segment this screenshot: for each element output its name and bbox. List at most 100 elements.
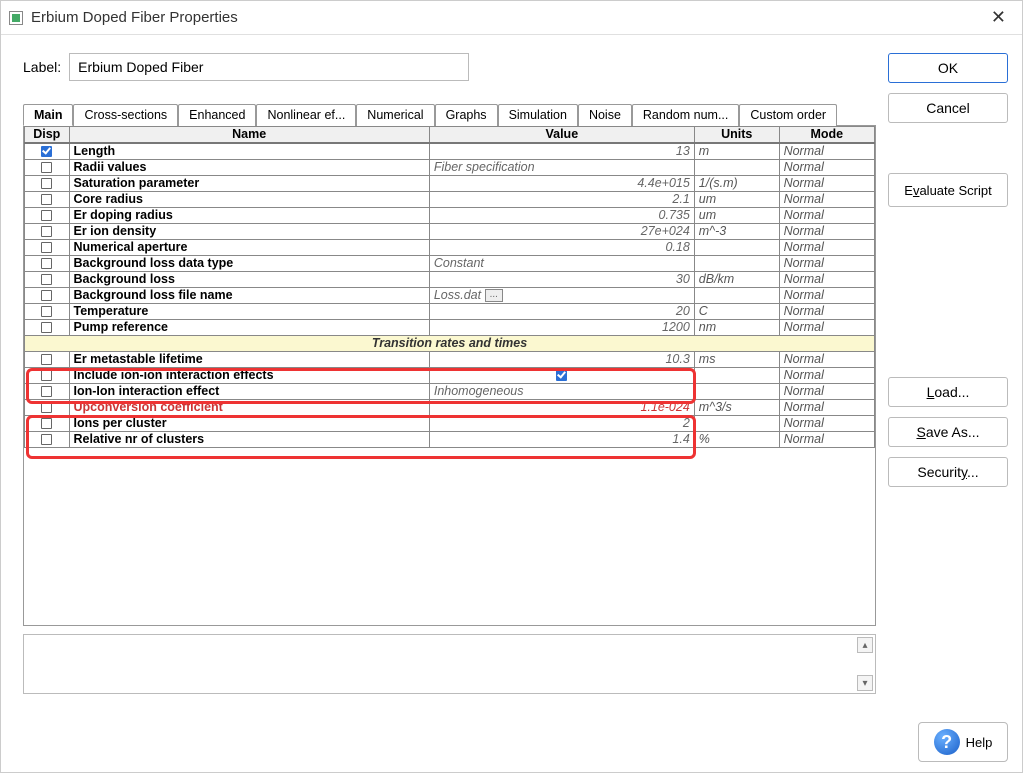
ok-button[interactable]: OK bbox=[888, 53, 1008, 83]
param-mode[interactable]: Normal bbox=[779, 352, 874, 368]
label-input[interactable] bbox=[69, 53, 469, 81]
tab-noise[interactable]: Noise bbox=[578, 104, 632, 126]
param-mode[interactable]: Normal bbox=[779, 256, 874, 272]
tab-main[interactable]: Main bbox=[23, 104, 73, 126]
param-mode[interactable]: Normal bbox=[779, 176, 874, 192]
param-row[interactable]: Pump reference1200nmNormal bbox=[25, 320, 875, 336]
disp-checkbox[interactable] bbox=[25, 368, 70, 384]
disp-checkbox[interactable] bbox=[25, 224, 70, 240]
param-value[interactable] bbox=[429, 368, 694, 384]
param-mode[interactable]: Normal bbox=[779, 143, 874, 160]
param-value[interactable]: 0.18 bbox=[429, 240, 694, 256]
disp-checkbox[interactable] bbox=[25, 256, 70, 272]
disp-checkbox[interactable] bbox=[25, 416, 70, 432]
disp-checkbox[interactable] bbox=[25, 384, 70, 400]
disp-checkbox[interactable] bbox=[25, 320, 70, 336]
param-value[interactable]: 4.4e+015 bbox=[429, 176, 694, 192]
param-row[interactable]: Relative nr of clusters1.4%Normal bbox=[25, 432, 875, 448]
param-mode[interactable]: Normal bbox=[779, 208, 874, 224]
tab-custom-order[interactable]: Custom order bbox=[739, 104, 837, 126]
param-row[interactable]: Length13mNormal bbox=[25, 143, 875, 160]
tab-enhanced[interactable]: Enhanced bbox=[178, 104, 256, 126]
tab-cross-sections[interactable]: Cross-sections bbox=[73, 104, 178, 126]
col-units[interactable]: Units bbox=[694, 127, 779, 144]
param-row[interactable]: Numerical aperture0.18Normal bbox=[25, 240, 875, 256]
col-disp[interactable]: Disp bbox=[25, 127, 70, 144]
param-value[interactable]: 20 bbox=[429, 304, 694, 320]
disp-checkbox[interactable] bbox=[25, 192, 70, 208]
param-value[interactable]: 0.735 bbox=[429, 208, 694, 224]
param-row[interactable]: Background loss30dB/kmNormal bbox=[25, 272, 875, 288]
param-mode[interactable]: Normal bbox=[779, 400, 874, 416]
param-mode[interactable]: Normal bbox=[779, 240, 874, 256]
save-as-button[interactable]: Save As... bbox=[888, 417, 1008, 447]
param-value[interactable]: Constant bbox=[429, 256, 694, 272]
param-mode[interactable]: Normal bbox=[779, 432, 874, 448]
param-value[interactable]: 1.1e-024 bbox=[429, 400, 694, 416]
param-row[interactable]: Er doping radius0.735umNormal bbox=[25, 208, 875, 224]
param-value[interactable]: 10.3 bbox=[429, 352, 694, 368]
param-value[interactable]: Loss.dat... bbox=[429, 288, 694, 304]
tab-random-num[interactable]: Random num... bbox=[632, 104, 739, 126]
close-icon[interactable]: ✕ bbox=[983, 3, 1014, 32]
param-value[interactable]: Fiber specification bbox=[429, 160, 694, 176]
param-mode[interactable]: Normal bbox=[779, 288, 874, 304]
tab-simulation[interactable]: Simulation bbox=[498, 104, 578, 126]
cancel-button[interactable]: Cancel bbox=[888, 93, 1008, 123]
disp-checkbox[interactable] bbox=[25, 400, 70, 416]
param-row[interactable]: Ion-Ion interaction effectInhomogeneousN… bbox=[25, 384, 875, 400]
param-mode[interactable]: Normal bbox=[779, 416, 874, 432]
param-mode[interactable]: Normal bbox=[779, 304, 874, 320]
param-value[interactable]: 1.4 bbox=[429, 432, 694, 448]
load-button[interactable]: Load... bbox=[888, 377, 1008, 407]
param-mode[interactable]: Normal bbox=[779, 320, 874, 336]
disp-checkbox[interactable] bbox=[25, 208, 70, 224]
disp-checkbox[interactable] bbox=[25, 304, 70, 320]
param-mode[interactable]: Normal bbox=[779, 192, 874, 208]
disp-checkbox[interactable] bbox=[25, 352, 70, 368]
param-mode[interactable]: Normal bbox=[779, 272, 874, 288]
help-button[interactable]: ? Help bbox=[918, 722, 1008, 762]
param-value[interactable]: 2 bbox=[429, 416, 694, 432]
disp-checkbox[interactable] bbox=[25, 240, 70, 256]
disp-checkbox[interactable] bbox=[25, 176, 70, 192]
param-row[interactable]: Core radius2.1umNormal bbox=[25, 192, 875, 208]
col-value[interactable]: Value bbox=[429, 127, 694, 144]
param-row[interactable]: Er metastable lifetime10.3msNormal bbox=[25, 352, 875, 368]
disp-checkbox[interactable] bbox=[25, 160, 70, 176]
param-value[interactable]: Inhomogeneous bbox=[429, 384, 694, 400]
evaluate-script-button[interactable]: Evaluate Script bbox=[888, 173, 1008, 207]
param-value[interactable]: 2.1 bbox=[429, 192, 694, 208]
param-row[interactable]: Temperature20CNormal bbox=[25, 304, 875, 320]
param-row[interactable]: Ions per cluster2Normal bbox=[25, 416, 875, 432]
disp-checkbox[interactable] bbox=[25, 272, 70, 288]
tab-graphs[interactable]: Graphs bbox=[435, 104, 498, 126]
disp-checkbox[interactable] bbox=[25, 432, 70, 448]
disp-checkbox[interactable] bbox=[25, 143, 70, 160]
param-row[interactable]: Er ion density27e+024m^-3Normal bbox=[25, 224, 875, 240]
col-mode[interactable]: Mode bbox=[779, 127, 874, 144]
param-mode[interactable]: Normal bbox=[779, 368, 874, 384]
param-value[interactable]: 30 bbox=[429, 272, 694, 288]
param-value[interactable]: 13 bbox=[429, 143, 694, 160]
param-mode[interactable]: Normal bbox=[779, 160, 874, 176]
param-mode[interactable]: Normal bbox=[779, 224, 874, 240]
param-row[interactable]: Saturation parameter4.4e+0151/(s.m)Norma… bbox=[25, 176, 875, 192]
disp-checkbox[interactable] bbox=[25, 288, 70, 304]
tab-numerical[interactable]: Numerical bbox=[356, 104, 434, 126]
param-row[interactable]: Upconversion coefficient1.1e-024m^3/sNor… bbox=[25, 400, 875, 416]
script-output-box[interactable]: ▴ ▾ bbox=[23, 634, 876, 694]
scroll-up-icon[interactable]: ▴ bbox=[857, 637, 873, 653]
param-row[interactable]: Include ion-ion interaction effectsNorma… bbox=[25, 368, 875, 384]
param-row[interactable]: Radii valuesFiber specificationNormal bbox=[25, 160, 875, 176]
col-name[interactable]: Name bbox=[69, 127, 429, 144]
param-mode[interactable]: Normal bbox=[779, 384, 874, 400]
scroll-down-icon[interactable]: ▾ bbox=[857, 675, 873, 691]
param-value[interactable]: 27e+024 bbox=[429, 224, 694, 240]
security-button[interactable]: Security... bbox=[888, 457, 1008, 487]
param-value[interactable]: 1200 bbox=[429, 320, 694, 336]
tab-nonlinear-ef[interactable]: Nonlinear ef... bbox=[256, 104, 356, 126]
param-row[interactable]: Background loss file nameLoss.dat...Norm… bbox=[25, 288, 875, 304]
param-row[interactable]: Background loss data typeConstantNormal bbox=[25, 256, 875, 272]
browse-button[interactable]: ... bbox=[485, 289, 503, 302]
